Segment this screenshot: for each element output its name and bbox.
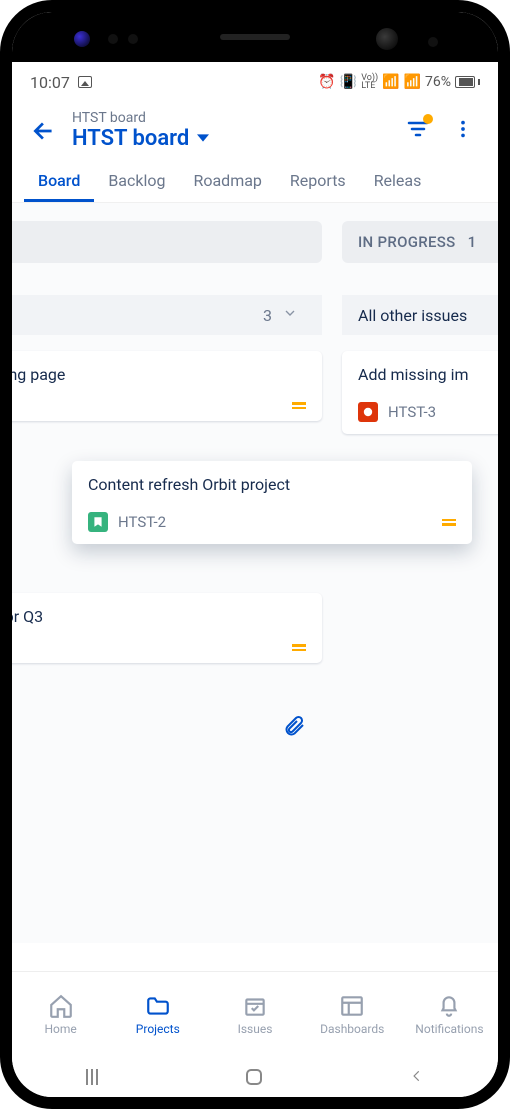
nav-notifications[interactable]: Notifications: [401, 972, 498, 1057]
card-title: itz for Q3: [12, 607, 306, 626]
nav-label: Dashboards: [320, 1022, 384, 1036]
swimlane-header-right[interactable]: All other issues: [342, 295, 498, 335]
more-menu-button[interactable]: [452, 118, 474, 144]
issue-card[interactable]: Add missing im HTST-3: [342, 351, 498, 434]
android-nav-bar: [12, 1057, 498, 1097]
filter-button[interactable]: [406, 117, 430, 145]
card-title: anding page: [12, 365, 306, 384]
screenshot-icon: [78, 76, 92, 88]
tab-reports[interactable]: Reports: [276, 161, 360, 202]
status-bar: 10:07 ⏰ 📳 Vo))LTE 📶 📶 76%: [12, 62, 498, 102]
issue-key: HTST-2: [118, 513, 166, 531]
tab-backlog[interactable]: Backlog: [94, 161, 179, 202]
nav-issues[interactable]: Issues: [206, 972, 303, 1057]
attachment-button[interactable]: [282, 714, 306, 742]
tab-bar: Board Backlog Roadmap Reports Releas: [12, 161, 498, 203]
android-recent-button[interactable]: [86, 1069, 98, 1085]
priority-medium-icon: [442, 519, 456, 526]
tab-releases[interactable]: Releas: [360, 161, 436, 202]
battery-percent: 76%: [425, 74, 451, 90]
column-count: 1: [468, 233, 477, 251]
nav-label: Projects: [136, 1022, 180, 1036]
nav-label: Home: [44, 1022, 76, 1036]
nav-projects[interactable]: Projects: [109, 972, 206, 1057]
volte-icon: Vo))LTE: [361, 74, 378, 90]
android-home-button[interactable]: [246, 1069, 262, 1085]
tab-board[interactable]: Board: [24, 161, 94, 202]
column-header-todo[interactable]: [12, 221, 322, 263]
bottom-nav: Home Projects Issues Dashboards Notifica…: [12, 971, 498, 1057]
priority-medium-icon: [292, 402, 306, 409]
card-title: Add missing im: [358, 365, 498, 384]
filter-active-indicator: [423, 114, 433, 124]
swimlane-label: All other issues: [358, 306, 467, 325]
nav-home[interactable]: Home: [12, 972, 109, 1057]
swimlane-header-left[interactable]: ues 3: [12, 295, 322, 335]
kanban-board[interactable]: IN PROGRESS 1 ues 3 All other issues and…: [12, 203, 498, 943]
android-back-button[interactable]: [410, 1068, 424, 1087]
priority-medium-icon: [292, 644, 306, 651]
column-title: IN PROGRESS: [358, 233, 456, 251]
swimlane-count: 3: [263, 306, 272, 325]
battery-icon: [455, 76, 480, 88]
nav-label: Notifications: [415, 1022, 483, 1036]
wifi-icon: 📶: [382, 74, 399, 90]
column-header-inprogress[interactable]: IN PROGRESS 1: [342, 221, 498, 263]
back-button[interactable]: [26, 118, 62, 144]
toolbar-row: e: [12, 703, 322, 753]
issue-type-story-icon: [88, 512, 108, 532]
card-title: Content refresh Orbit project: [88, 475, 456, 494]
vibrate-icon: 📳: [340, 74, 357, 90]
issue-card[interactable]: itz for Q3: [12, 593, 322, 663]
board-title: HTST board: [72, 126, 189, 151]
chevron-down-icon: [282, 305, 298, 325]
tab-roadmap[interactable]: Roadmap: [179, 161, 275, 202]
caret-down-icon: [197, 129, 209, 148]
issue-key: HTST-3: [388, 403, 436, 421]
signal-icon: 📶: [404, 74, 421, 90]
breadcrumb: HTST board: [72, 110, 406, 126]
issue-card-dragging[interactable]: Content refresh Orbit project HTST-2: [72, 461, 472, 544]
status-time: 10:07: [30, 73, 70, 92]
alarm-icon: ⏰: [318, 74, 335, 90]
nav-label: Issues: [238, 1022, 273, 1036]
issue-card[interactable]: anding page: [12, 351, 322, 421]
board-switcher[interactable]: HTST board: [72, 126, 406, 151]
issue-type-bug-icon: [358, 402, 378, 422]
nav-dashboards[interactable]: Dashboards: [304, 972, 401, 1057]
